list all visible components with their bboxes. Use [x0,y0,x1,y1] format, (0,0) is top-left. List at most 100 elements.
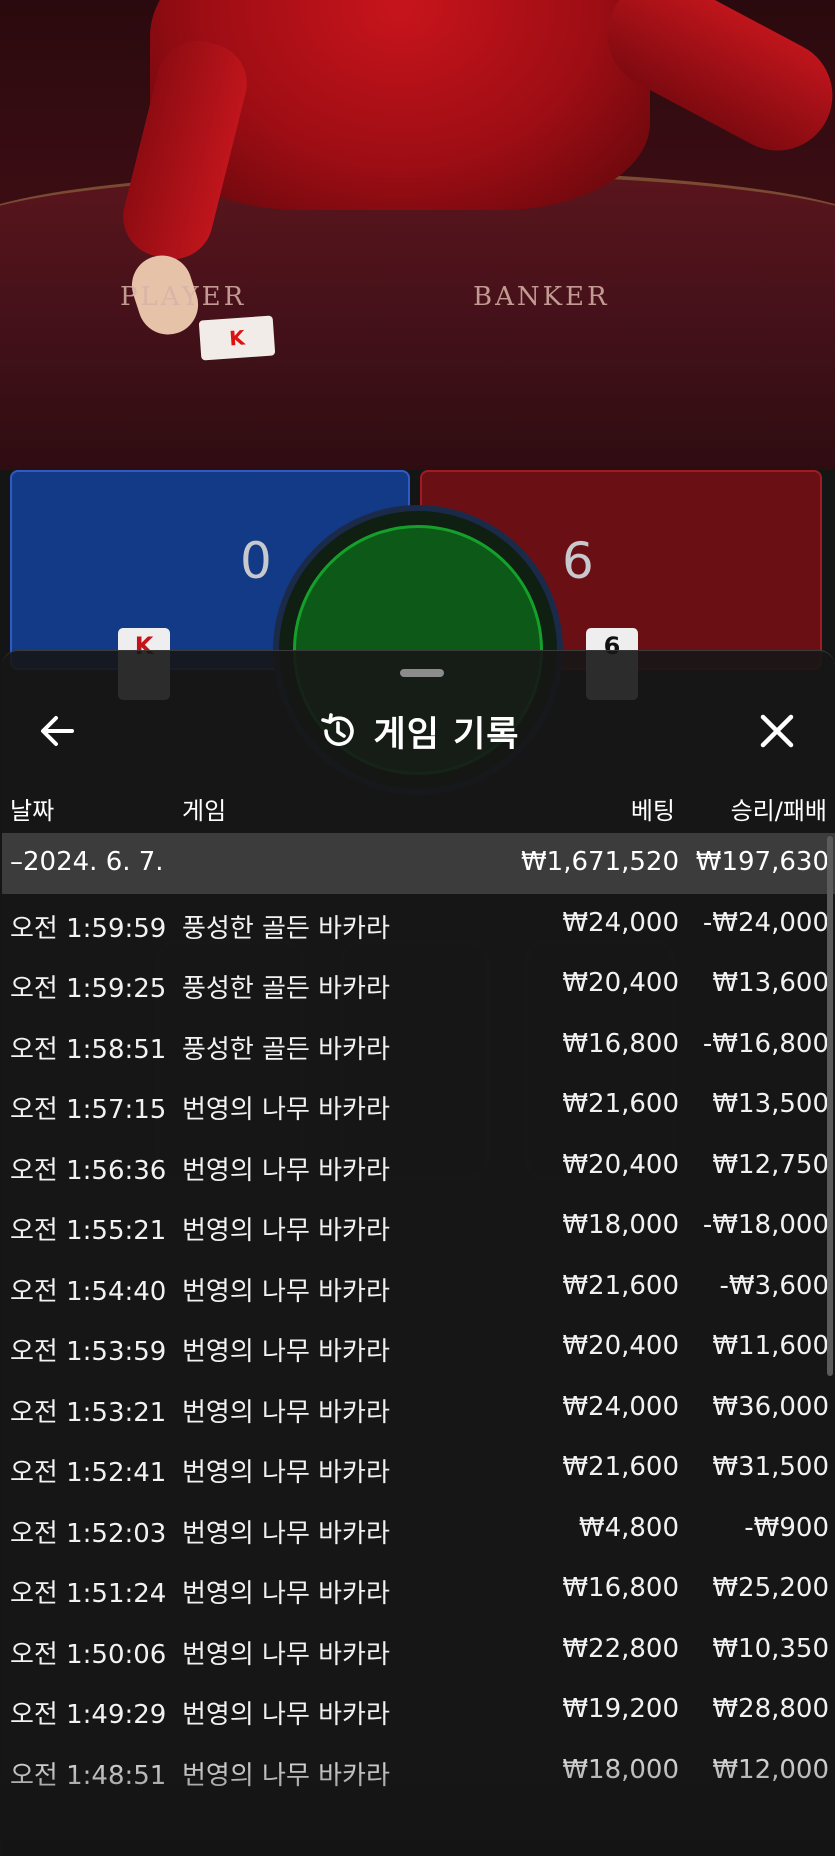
history-row-time: 오전 1:52:03 [10,1518,167,1549]
history-row-game: 풍성한 골든 바카라 [182,1034,390,1065]
history-row-bet: ₩20,400 [562,1331,679,1361]
table-label-player: PLAYER [120,282,247,312]
history-row[interactable]: 오전 1:48:51 번영의 나무 바카라 ₩18,000 ₩12,000 [2,1741,835,1802]
history-row-time: 오전 1:49:29 [10,1700,167,1730]
history-row-time: 오전 1:53:21 [10,1397,167,1428]
history-row-result: -₩16,800 [702,1028,829,1059]
history-row-game: 번영의 나무 바카라 [182,1518,390,1549]
history-clock-icon [320,713,354,746]
history-row[interactable]: 오전 1:51:24 번영의 나무 바카라 ₩16,800 ₩25,200 [2,1559,835,1620]
history-row-time: 오전 1:56:36 [10,1155,167,1186]
history-row-result: ₩10,350 [712,1633,829,1664]
history-row-bet: ₩4,800 [578,1512,679,1543]
history-row-result: ₩11,600 [712,1331,829,1361]
history-row-result: -₩3,600 [719,1270,829,1301]
history-row[interactable]: 오전 1:50:06 번영의 나무 바카라 ₩22,800 ₩10,350 [2,1620,835,1681]
banker-score: 6 [562,532,594,590]
history-row-game: 번영의 나무 바카라 [182,1458,390,1488]
history-row[interactable]: 오전 1:52:03 번영의 나무 바카라 ₩4,800 -₩900 [2,1499,835,1560]
history-row[interactable]: 오전 1:59:25 풍성한 골든 바카라 ₩20,400 ₩13,600 [2,954,835,1015]
history-row-game: 번영의 나무 바카라 [182,1579,390,1609]
column-header-result: 승리/패배 [730,797,827,825]
history-row-result: ₩31,500 [712,1452,829,1482]
history-row-result: -₩18,000 [702,1210,829,1240]
history-row-time: 오전 1:54:40 [10,1276,167,1307]
history-row-game: 번영의 나무 바카라 [182,1276,390,1307]
table-label-banker: BANKER [473,282,610,312]
history-row-bet: ₩24,000 [562,1391,679,1422]
history-rows: 오전 1:59:59 풍성한 골든 바카라 ₩24,000 -₩24,000 오전 1:… [2,894,835,1802]
close-button[interactable] [754,708,800,754]
history-row-time: 오전 1:51:24 [10,1579,167,1609]
column-header-date: 날짜 [10,797,55,825]
back-button[interactable] [36,709,80,753]
sheet-title: 게임 기록 [373,714,520,755]
history-row-game: 번영의 나무 바카라 [182,1760,390,1791]
dealer-video-feed: PLAYER BANKER K [0,0,835,470]
history-row-game: 풍성한 골든 바카라 [182,974,390,1004]
history-row-bet: ₩18,000 [562,1210,679,1240]
history-row[interactable]: 오전 1:55:21 번영의 나무 바카라 ₩18,000 -₩18,000 [2,1196,835,1257]
arrow-left-icon [41,716,74,746]
history-row-bet: ₩20,400 [562,1149,679,1180]
sheet-title-group: 게임 기록 [2,691,835,771]
history-row-game: 번영의 나무 바카라 [182,1337,390,1367]
history-row[interactable]: 오전 1:49:29 번영의 나무 바카라 ₩19,200 ₩28,800 [2,1680,835,1741]
history-row-bet: ₩21,600 [562,1270,679,1301]
history-row-game: 번영의 나무 바카라 [182,1397,390,1428]
sheet-drag-handle[interactable] [400,669,444,677]
history-row-result: ₩13,500 [712,1089,829,1119]
history-row-time: 오전 1:59:59 [10,913,167,944]
history-row[interactable]: 오전 1:58:51 풍성한 골든 바카라 ₩16,800 -₩16,800 [2,1015,835,1076]
player-score: 0 [240,532,272,590]
history-row-result: -₩900 [744,1512,829,1543]
history-row-game: 번영의 나무 바카라 [182,1216,390,1246]
history-row-time: 오전 1:59:25 [10,974,167,1004]
history-row-game: 번영의 나무 바카라 [182,1155,390,1186]
history-row-time: 오전 1:58:51 [10,1034,167,1065]
history-row-bet: ₩21,600 [562,1089,679,1119]
history-row-game: 번영의 나무 바카라 [182,1700,390,1730]
sheet-header: 게임 기록 [2,691,835,771]
history-row-time: 오전 1:53:59 [10,1337,167,1367]
history-row-bet: ₩24,000 [562,907,679,938]
history-row-result: ₩28,800 [712,1694,829,1724]
column-header-game: 게임 [182,797,227,825]
game-history-sheet: 게임 기록 날짜 게임 베팅 승리/패배 –2024. 6. 7. ₩1,671… [2,650,835,1856]
history-row-bet: ₩16,800 [562,1573,679,1603]
history-row-result: ₩36,000 [712,1391,829,1422]
history-row[interactable]: 오전 1:53:21 번영의 나무 바카라 ₩24,000 ₩36,000 [2,1378,835,1439]
history-row-game: 풍성한 골든 바카라 [182,913,390,944]
history-row[interactable]: 오전 1:57:15 번영의 나무 바카라 ₩21,600 ₩13,500 [2,1075,835,1136]
history-row-bet: ₩21,600 [562,1452,679,1482]
history-row[interactable]: 오전 1:54:40 번영의 나무 바카라 ₩21,600 -₩3,600 [2,1257,835,1318]
history-row-result: ₩13,600 [712,968,829,998]
history-row-bet: ₩18,000 [562,1754,679,1785]
history-row[interactable]: 오전 1:56:36 번영의 나무 바카라 ₩20,400 ₩12,750 [2,1136,835,1197]
history-row-result: -₩24,000 [702,907,829,938]
history-row-time: 오전 1:48:51 [10,1760,167,1791]
history-row-time: 오전 1:50:06 [10,1639,167,1670]
table-card: K [198,315,276,361]
date-group-total-bet: ₩1,671,520 [520,847,679,877]
date-group-total-result: ₩197,630 [695,847,829,877]
history-row-bet: ₩20,400 [562,968,679,998]
history-row[interactable]: 오전 1:59:59 풍성한 골든 바카라 ₩24,000 -₩24,000 [2,894,835,955]
date-group-date: –2024. 6. 7. [10,847,164,877]
history-row-bet: ₩22,800 [562,1633,679,1664]
history-row-bet: ₩16,800 [562,1028,679,1059]
close-x-icon [760,714,794,748]
history-row-result: ₩12,750 [712,1149,829,1180]
history-row[interactable]: 오전 1:52:41 번영의 나무 바카라 ₩21,600 ₩31,500 [2,1438,835,1499]
history-row[interactable]: 오전 1:53:59 번영의 나무 바카라 ₩20,400 ₩11,600 [2,1317,835,1378]
history-row-time: 오전 1:55:21 [10,1216,167,1246]
history-row-result: ₩25,200 [712,1573,829,1603]
date-group-row[interactable]: –2024. 6. 7. ₩1,671,520 ₩197,630 [2,833,835,894]
history-column-headers: 날짜 게임 베팅 승리/패배 [2,781,835,831]
history-row-time: 오전 1:57:15 [10,1095,167,1125]
column-header-bet: 베팅 [630,797,675,825]
scrollbar[interactable] [827,836,833,1376]
history-row-game: 번영의 나무 바카라 [182,1639,390,1670]
history-row-time: 오전 1:52:41 [10,1458,167,1488]
history-row-bet: ₩19,200 [562,1694,679,1724]
